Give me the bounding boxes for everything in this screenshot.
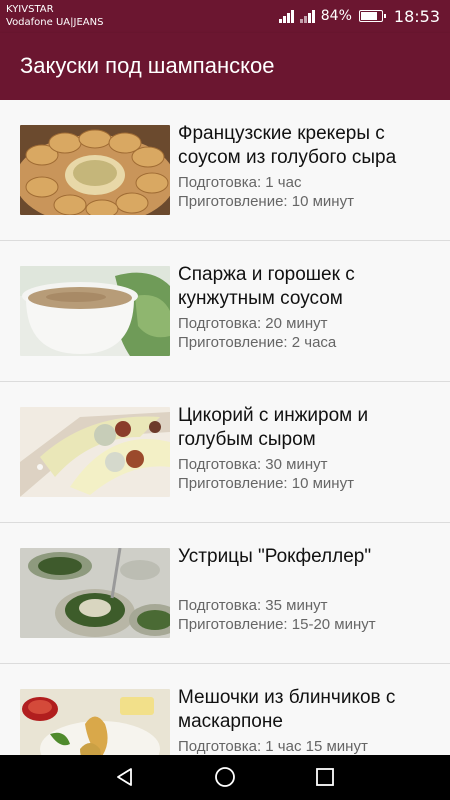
asparagus-photo-icon xyxy=(20,266,170,356)
home-icon[interactable] xyxy=(213,765,237,789)
recent-apps-icon[interactable] xyxy=(313,765,337,789)
oysters-photo-icon xyxy=(20,548,170,638)
list-item[interactable]: Мешочки из блинчиков с маскарпоне Подгот… xyxy=(0,664,450,755)
recipe-thumbnail xyxy=(20,407,170,497)
cook-time: Приготовление: 15-20 минут xyxy=(178,616,376,633)
prep-time: Подготовка: 35 минут xyxy=(178,597,328,614)
list-item[interactable]: Цикорий с инжиром и голубым сыром Подгот… xyxy=(0,382,450,523)
recipe-title: Мешочки из блинчиков с маскарпоне xyxy=(178,687,396,732)
signal-2-icon xyxy=(299,9,316,23)
recipe-title: Спаржа и горошек с кунжутным соусом xyxy=(178,264,355,309)
cook-time: Приготовление: 10 минут xyxy=(178,475,354,492)
crackers-photo-icon xyxy=(20,125,170,215)
crepe-pouches-photo-icon xyxy=(20,689,170,755)
prep-time: Подготовка: 1 час 15 минут xyxy=(178,738,368,755)
carrier-primary: KYIVSTAR xyxy=(6,4,54,15)
list-item[interactable]: Устрицы "Рокфеллер" Подготовка: 35 минут… xyxy=(0,523,450,664)
status-bar: KYIVSTAR Vodafone UA|JEANS 84% 18:53 xyxy=(0,0,450,33)
battery-icon xyxy=(358,10,386,22)
recipe-thumbnail xyxy=(20,266,170,356)
chicory-photo-icon xyxy=(20,407,170,497)
recipe-list[interactable]: Французские крекеры с соусом из голубого… xyxy=(0,100,450,755)
navigation-bar xyxy=(0,755,450,800)
prep-time: Подготовка: 1 час xyxy=(178,174,302,191)
recipe-title: Французские крекеры с соусом из голубого… xyxy=(178,123,397,168)
carrier-info: KYIVSTAR Vodafone UA|JEANS xyxy=(6,3,103,29)
list-item[interactable]: Спаржа и горошек с кунжутным соусом Подг… xyxy=(0,241,450,382)
app-bar: Закуски под шампанское xyxy=(0,33,450,100)
page-title: Закуски под шампанское xyxy=(20,53,275,78)
prep-time: Подготовка: 30 минут xyxy=(178,456,328,473)
signal-1-icon xyxy=(278,9,295,23)
clock: 18:53 xyxy=(393,6,440,26)
recipe-title: Цикорий с инжиром и голубым сыром xyxy=(178,405,369,450)
back-icon[interactable] xyxy=(113,765,137,789)
cook-time: Приготовление: 10 минут xyxy=(178,193,354,210)
recipe-thumbnail xyxy=(20,125,170,215)
carrier-secondary: Vodafone UA|JEANS xyxy=(6,17,104,28)
prep-time: Подготовка: 20 минут xyxy=(178,315,328,332)
recipe-thumbnail xyxy=(20,689,170,755)
recipe-title: Устрицы "Рокфеллер" xyxy=(178,546,372,567)
recipe-thumbnail xyxy=(20,548,170,638)
battery-percent: 84% xyxy=(320,8,352,24)
status-indicators: 84% 18:53 xyxy=(278,6,440,26)
cook-time: Приготовление: 2 часа xyxy=(178,334,337,351)
list-item[interactable]: Французские крекеры с соусом из голубого… xyxy=(0,100,450,241)
